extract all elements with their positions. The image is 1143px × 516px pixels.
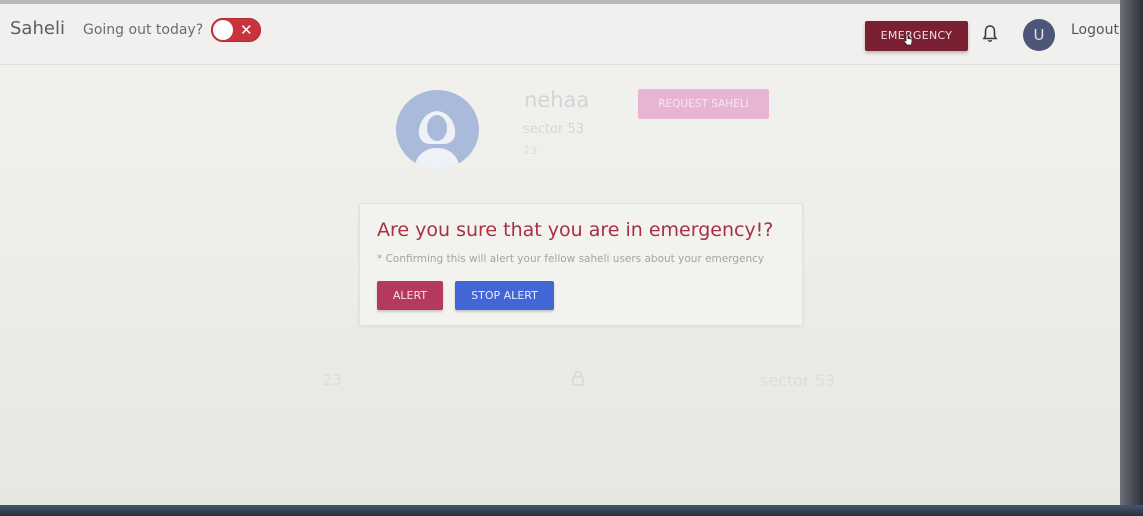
alert-button[interactable]: ALERT <box>377 281 443 310</box>
profile-silhouette <box>414 111 460 169</box>
emergency-button[interactable]: EMERGENCY <box>865 21 968 51</box>
dialog-note: * Confirming this will alert your fellow… <box>377 253 765 265</box>
background-age: 23 <box>323 371 343 389</box>
hand-cursor-icon <box>903 34 913 46</box>
navbar: Saheli Going out today? ✕ EMERGENCY U Lo… <box>0 4 1120 65</box>
going-out-toggle[interactable]: ✕ <box>211 18 261 42</box>
stop-alert-button[interactable]: STOP ALERT <box>455 281 554 310</box>
going-out-label: Going out today? <box>83 22 204 38</box>
avatar[interactable]: U <box>1023 19 1055 51</box>
toggle-knob <box>213 20 233 40</box>
user-avatar-icon <box>396 90 479 169</box>
profile-age: 23 <box>523 144 537 157</box>
emergency-confirm-dialog: Are you sure that you are in emergency!?… <box>359 203 803 326</box>
request-saheli-button[interactable]: REQUEST SAHELI <box>638 89 769 119</box>
logout-link[interactable]: Logout <box>1071 22 1119 38</box>
monitor-bezel-right <box>1120 0 1143 516</box>
app-screen: Saheli Going out today? ✕ EMERGENCY U Lo… <box>0 0 1143 516</box>
brand-logo-text[interactable]: Saheli <box>10 18 65 39</box>
monitor-bezel-bottom <box>0 505 1143 516</box>
bell-icon[interactable] <box>982 24 998 44</box>
dialog-title: Are you sure that you are in emergency!? <box>377 219 774 241</box>
lock-icon <box>572 370 584 386</box>
close-icon: ✕ <box>240 21 253 39</box>
profile-sector: sector 53 <box>523 122 584 137</box>
background-sector: sector 53 <box>760 371 836 390</box>
profile-name: nehaa <box>524 88 590 112</box>
